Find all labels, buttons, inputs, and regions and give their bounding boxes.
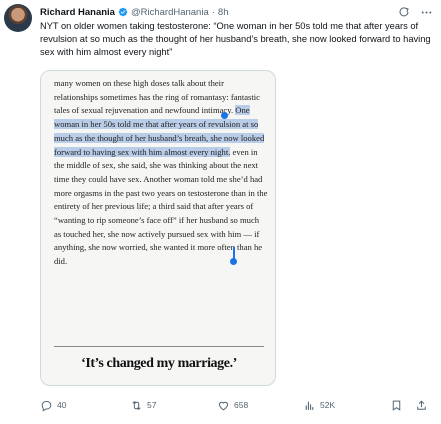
author-handle[interactable]: @RichardHanania [131,7,209,18]
bookmark-button[interactable] [390,397,403,413]
pull-quote: ‘It’s changed my marriage.’ [81,356,237,371]
retweet-icon [132,400,141,410]
separator-dot: · [211,6,215,18]
selection-start-handle-icon [221,112,228,119]
views-button[interactable]: 52K [303,397,335,413]
bookmark-icon [392,400,401,411]
verified-badge-icon [118,7,128,17]
divider [54,346,264,347]
avatar[interactable] [4,4,32,32]
article-text-after: even in the middle of sex, she said, she… [54,146,268,267]
views-count: 52K [320,400,336,410]
grok-icon[interactable] [397,5,411,19]
more-icon[interactable] [419,5,433,19]
tweet-text: NYT on older women taking testosterone: … [40,21,431,57]
action-bar: 40 57 658 52K [40,397,432,413]
reply-button[interactable]: 40 [40,397,66,413]
reply-count: 40 [57,400,67,410]
selection-end-handle-icon [230,258,237,265]
tweet-image[interactable]: many women on these high doses talk abou… [40,70,276,386]
like-button[interactable]: 658 [217,397,248,413]
reply-icon [41,400,52,412]
article-text-before: many women on these high doses talk abou… [54,78,260,116]
tweet-header: Richard Hanania @RichardHanania · 8h [40,4,433,20]
share-button[interactable] [415,397,428,413]
share-icon [417,399,426,410]
article-excerpt: many women on these high doses talk abou… [54,77,268,269]
author-name[interactable]: Richard Hanania [40,7,115,18]
like-count: 658 [234,400,249,410]
like-icon [218,401,229,410]
timestamp[interactable]: 8h [218,7,229,18]
retweet-count: 57 [147,400,157,410]
retweet-button[interactable]: 57 [130,397,156,413]
views-icon [305,401,314,410]
